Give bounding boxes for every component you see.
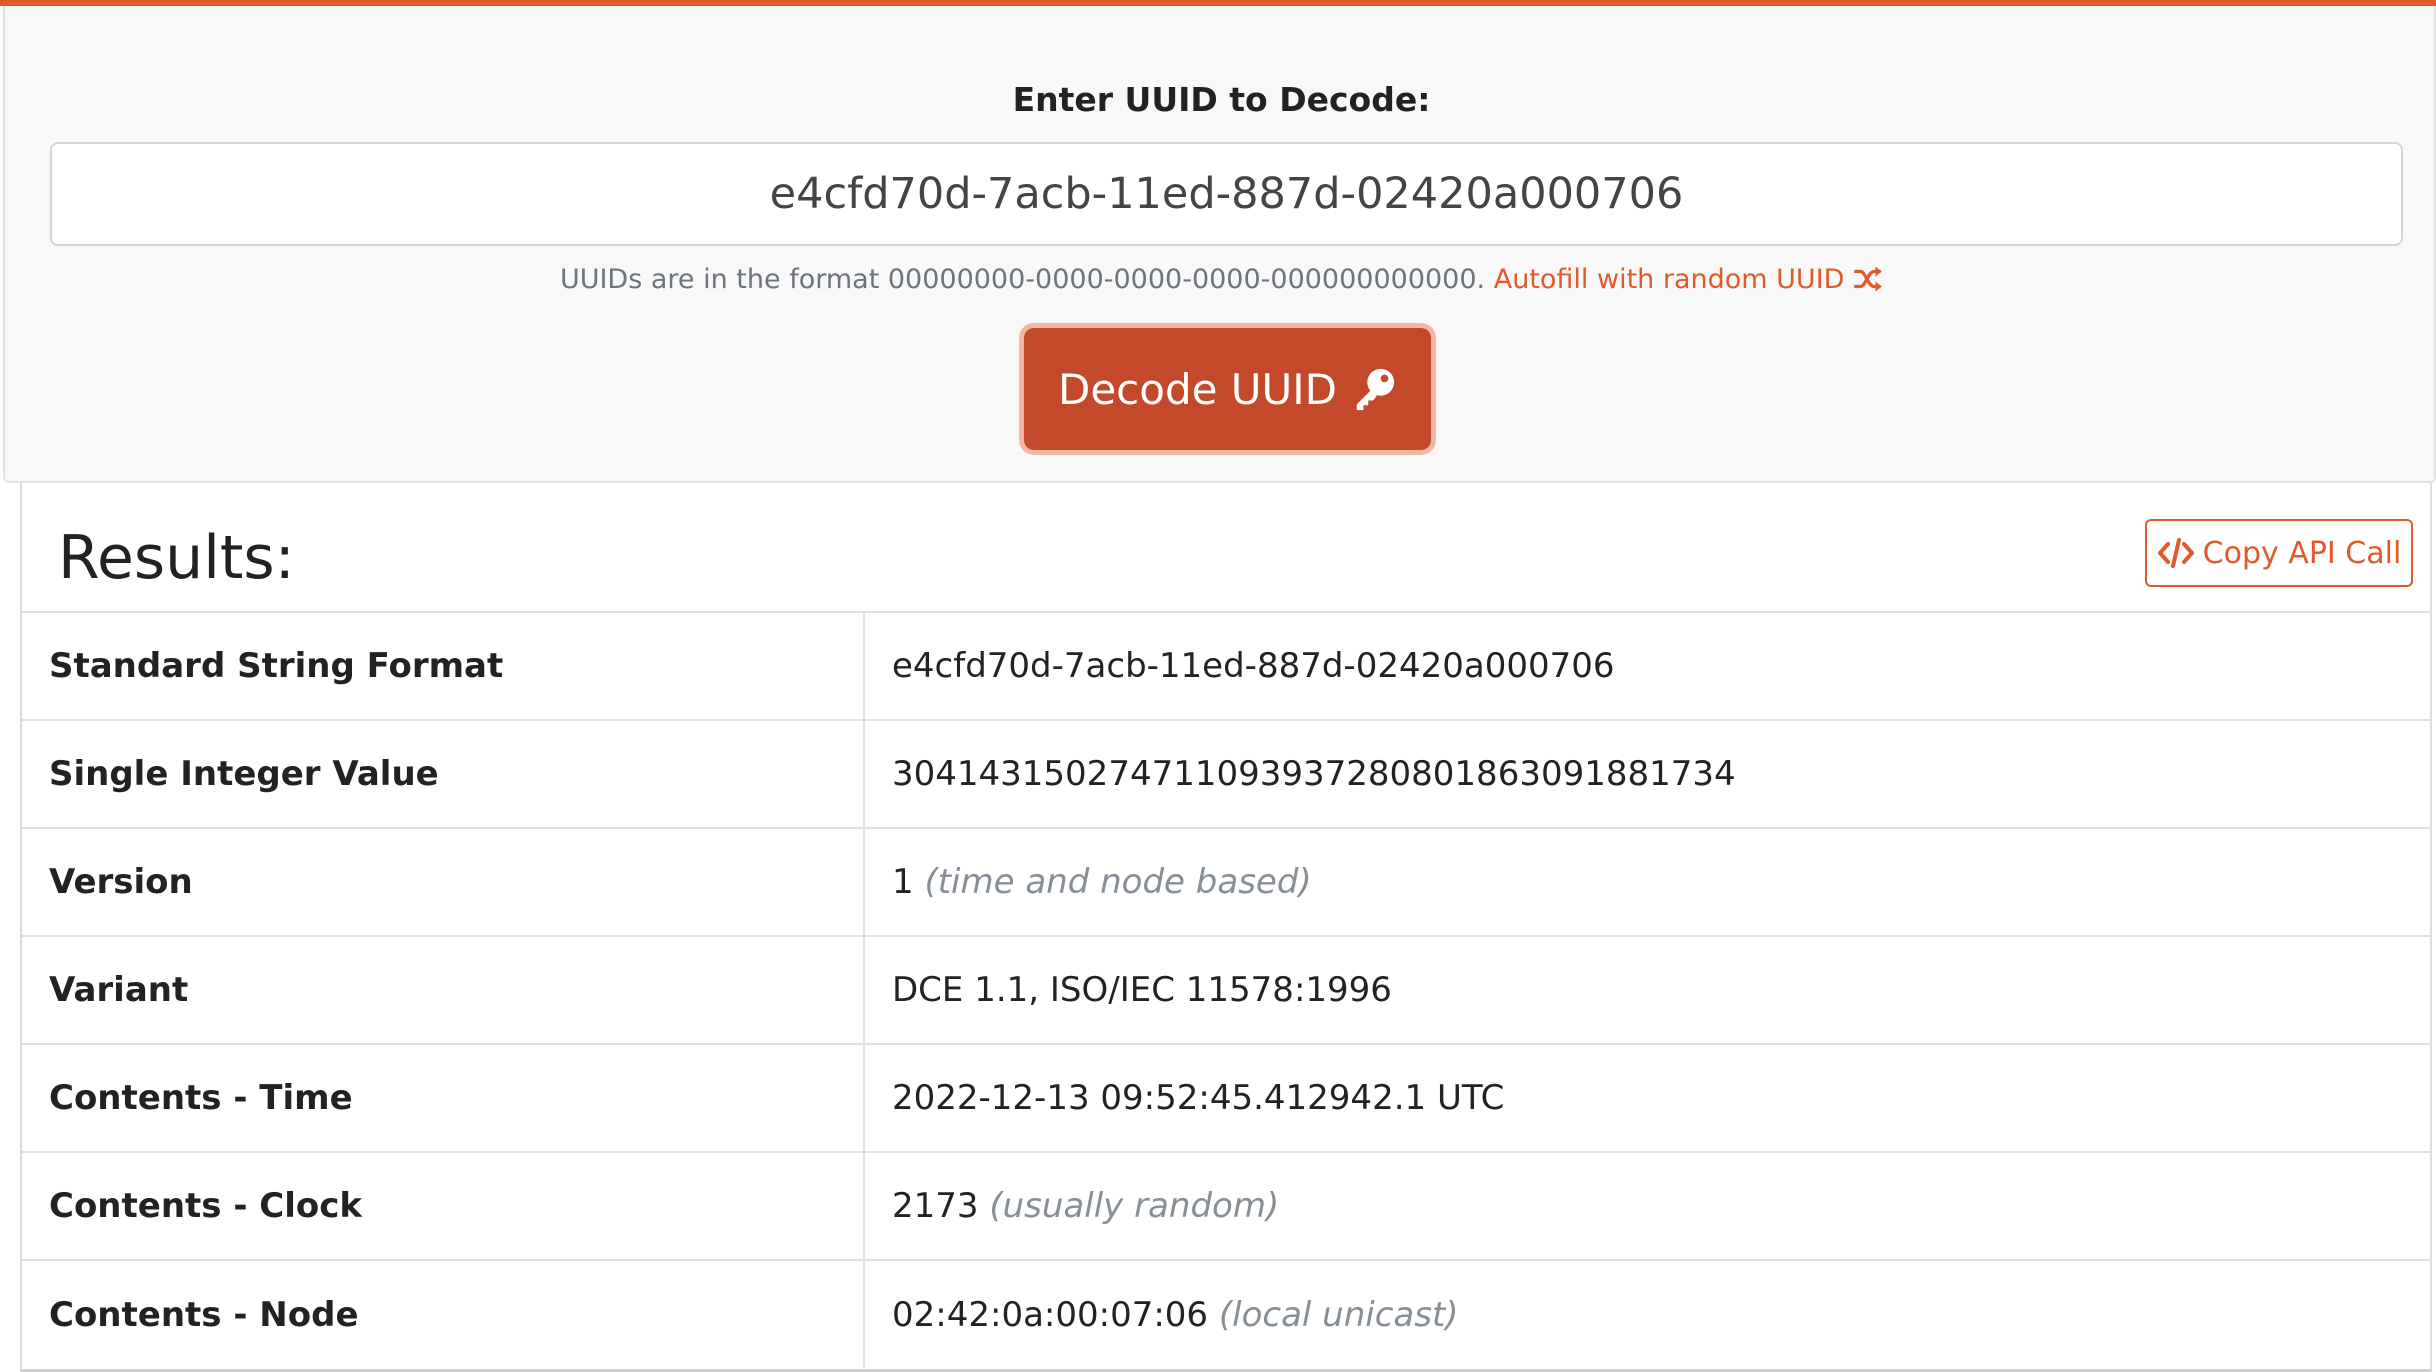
table-row: Single Integer Value 3041431502747110939… bbox=[22, 719, 2430, 828]
row-note: (usually random) bbox=[989, 1186, 1280, 1226]
decode-button-label: Decode UUID bbox=[1057, 364, 1338, 414]
row-value: 2022-12-13 09:52:45.412942.1 UTC bbox=[892, 1078, 1505, 1118]
key-icon bbox=[1356, 368, 1395, 411]
row-note: (time and node based) bbox=[924, 862, 1312, 902]
row-label: Standard String Format bbox=[22, 611, 865, 720]
row-value-cell: 02:42:0a:00:07:06 (local unicast) bbox=[864, 1259, 2430, 1368]
row-value-cell: 2173 (usually random) bbox=[864, 1151, 2430, 1260]
autofill-label: Autofill with random UUID bbox=[1493, 264, 1845, 295]
row-label: Contents - Clock bbox=[22, 1151, 865, 1260]
results-panel: Results: Copy API Call Standard String F… bbox=[20, 483, 2432, 1372]
row-value-cell: 304143150274711093937280801863091881734 bbox=[864, 719, 2430, 828]
decode-uuid-button[interactable]: Decode UUID bbox=[1024, 328, 1431, 450]
copy-api-call-label: Copy API Call bbox=[2202, 535, 2402, 571]
row-value: e4cfd70d-7acb-11ed-887d-02420a000706 bbox=[892, 646, 1615, 686]
row-value-cell: e4cfd70d-7acb-11ed-887d-02420a000706 bbox=[864, 611, 2430, 720]
copy-api-call-button[interactable]: Copy API Call bbox=[2145, 519, 2413, 587]
row-label: Contents - Time bbox=[22, 1043, 865, 1152]
results-title: Results: bbox=[58, 523, 295, 593]
table-row: Contents - Time 2022-12-13 09:52:45.4129… bbox=[22, 1043, 2430, 1152]
row-label: Version bbox=[22, 827, 865, 936]
table-row: Contents - Node 02:42:0a:00:07:06 (local… bbox=[22, 1259, 2430, 1368]
row-value: DCE 1.1, ISO/IEC 11578:1996 bbox=[892, 970, 1392, 1010]
decode-form-panel: Enter UUID to Decode: UUIDs are in the f… bbox=[3, 6, 2436, 483]
format-help-text: UUIDs are in the format 00000000-0000-00… bbox=[559, 264, 1486, 295]
uuid-format-help: UUIDs are in the format 00000000-0000-00… bbox=[5, 264, 2436, 295]
uuid-input[interactable] bbox=[50, 142, 2403, 246]
shuffle-icon bbox=[1854, 266, 1882, 292]
row-value-cell: DCE 1.1, ISO/IEC 11578:1996 bbox=[864, 935, 2430, 1044]
autofill-random-uuid-link[interactable]: Autofill with random UUID bbox=[1494, 264, 1883, 295]
row-label: Variant bbox=[22, 935, 865, 1044]
table-row: Variant DCE 1.1, ISO/IEC 11578:1996 bbox=[22, 935, 2430, 1044]
row-label: Contents - Node bbox=[22, 1259, 865, 1368]
row-value-cell: 2022-12-13 09:52:45.412942.1 UTC bbox=[864, 1043, 2430, 1152]
row-value: 304143150274711093937280801863091881734 bbox=[892, 754, 1736, 794]
row-value-cell: 1 (time and node based) bbox=[864, 827, 2430, 936]
row-value: 2173 bbox=[892, 1186, 979, 1226]
row-note: (local unicast) bbox=[1218, 1294, 1459, 1335]
table-row: Version 1 (time and node based) bbox=[22, 827, 2430, 936]
row-value: 02:42:0a:00:07:06 bbox=[892, 1294, 1209, 1335]
uuid-input-label: Enter UUID to Decode: bbox=[1012, 80, 1431, 119]
code-icon bbox=[2157, 538, 2194, 568]
row-value: 1 bbox=[892, 862, 914, 902]
row-label: Single Integer Value bbox=[22, 719, 865, 828]
results-table: Standard String Format e4cfd70d-7acb-11e… bbox=[22, 611, 2430, 1368]
table-row: Contents - Clock 2173 (usually random) bbox=[22, 1151, 2430, 1260]
table-row: Standard String Format e4cfd70d-7acb-11e… bbox=[22, 611, 2430, 720]
